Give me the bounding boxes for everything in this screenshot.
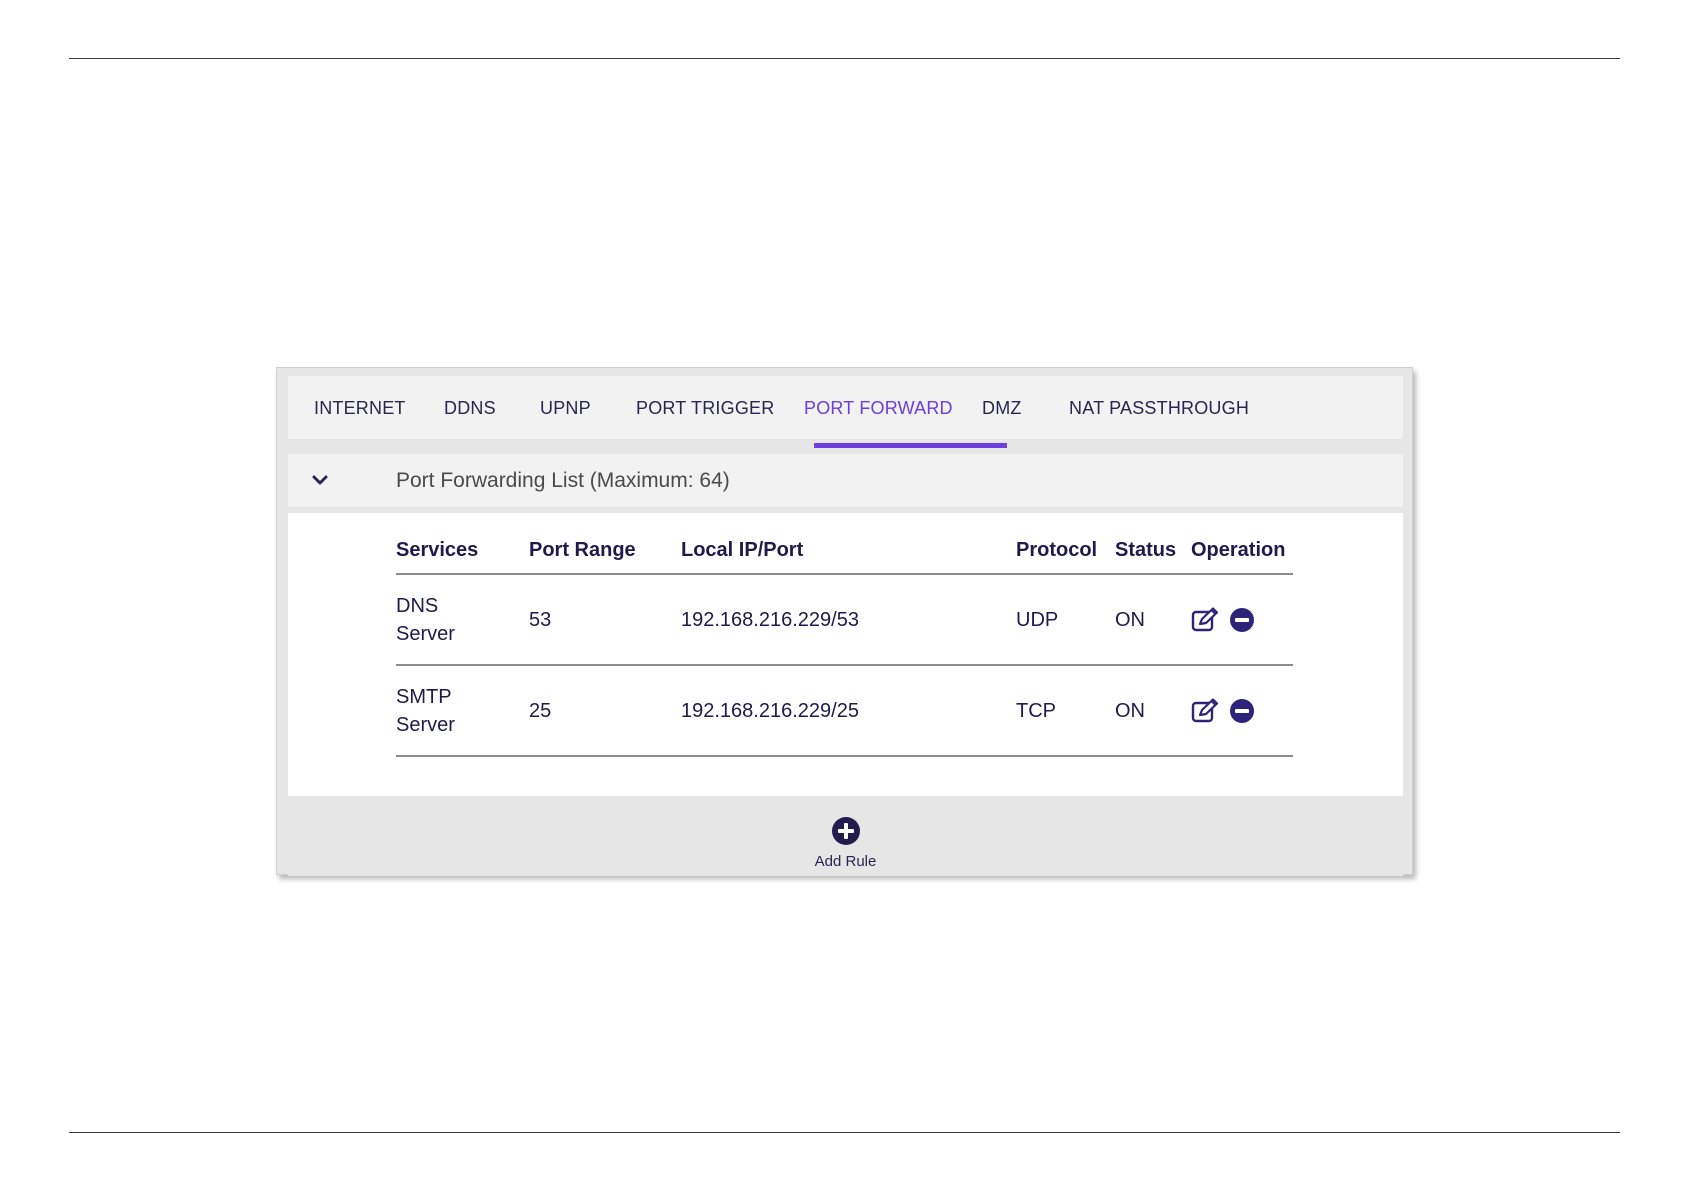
cell-protocol: UDP	[1016, 574, 1115, 666]
section-title: Port Forwarding List (Maximum: 64)	[396, 469, 730, 492]
column-header-services: Services	[396, 539, 529, 575]
chevron-down-icon[interactable]	[310, 470, 330, 490]
tab-upnp[interactable]: UPNP	[540, 376, 591, 439]
cell-service: SMTP Server	[396, 685, 455, 736]
tab-ddns[interactable]: DDNS	[444, 376, 496, 439]
cell-service: DNS Server	[396, 594, 455, 645]
cell-status: ON	[1115, 665, 1191, 757]
column-header-status: Status	[1115, 539, 1191, 575]
tab-internet[interactable]: INTERNET	[314, 376, 406, 439]
tab-nat-passthrough[interactable]: NAT PASSTHROUGH	[1069, 376, 1249, 439]
tab-port-trigger[interactable]: PORT TRIGGER	[636, 376, 774, 439]
remove-icon[interactable]	[1229, 607, 1255, 633]
table-header-row: Services Port Range Local IP/Port Protoc…	[396, 539, 1293, 575]
column-header-operation: Operation	[1191, 539, 1293, 575]
cell-operation	[1191, 574, 1293, 666]
page-top-rule	[69, 58, 1620, 59]
port-forwarding-table: Services Port Range Local IP/Port Protoc…	[396, 539, 1293, 757]
table-row: DNS Server 53 192.168.216.229/53 UDP ON	[396, 574, 1293, 666]
cell-protocol: TCP	[1016, 665, 1115, 757]
table-row: SMTP Server 25 192.168.216.229/25 TCP ON	[396, 665, 1293, 757]
plus-circle-icon[interactable]	[831, 816, 861, 846]
port-forwarding-list: Services Port Range Local IP/Port Protoc…	[288, 513, 1403, 796]
cell-port-range: 53	[529, 574, 681, 666]
table-footer: Add Rule	[288, 804, 1403, 876]
cell-local-ip-port: 192.168.216.229/25	[681, 665, 1016, 757]
column-header-local-ip-port: Local IP/Port	[681, 539, 1016, 575]
tab-bar: INTERNET DDNS UPNP PORT TRIGGER PORT FOR…	[288, 376, 1403, 439]
column-header-port-range: Port Range	[529, 539, 681, 575]
column-header-protocol: Protocol	[1016, 539, 1115, 575]
active-tab-indicator	[814, 443, 1007, 448]
remove-icon[interactable]	[1229, 698, 1255, 724]
cell-local-ip-port: 192.168.216.229/53	[681, 574, 1016, 666]
tab-port-forward[interactable]: PORT FORWARD	[804, 376, 953, 439]
edit-icon[interactable]	[1191, 606, 1221, 633]
page-bottom-rule	[69, 1132, 1620, 1133]
nat-settings-panel: INTERNET DDNS UPNP PORT TRIGGER PORT FOR…	[276, 367, 1413, 876]
port-forwarding-list-header[interactable]: Port Forwarding List (Maximum: 64)	[288, 454, 1403, 507]
add-rule-label: Add Rule	[814, 853, 877, 870]
tab-dmz[interactable]: DMZ	[982, 376, 1022, 439]
edit-icon[interactable]	[1191, 697, 1221, 724]
add-rule-button[interactable]: Add Rule	[288, 816, 1403, 870]
cell-status: ON	[1115, 574, 1191, 666]
cell-port-range: 25	[529, 665, 681, 757]
cell-operation	[1191, 665, 1293, 757]
